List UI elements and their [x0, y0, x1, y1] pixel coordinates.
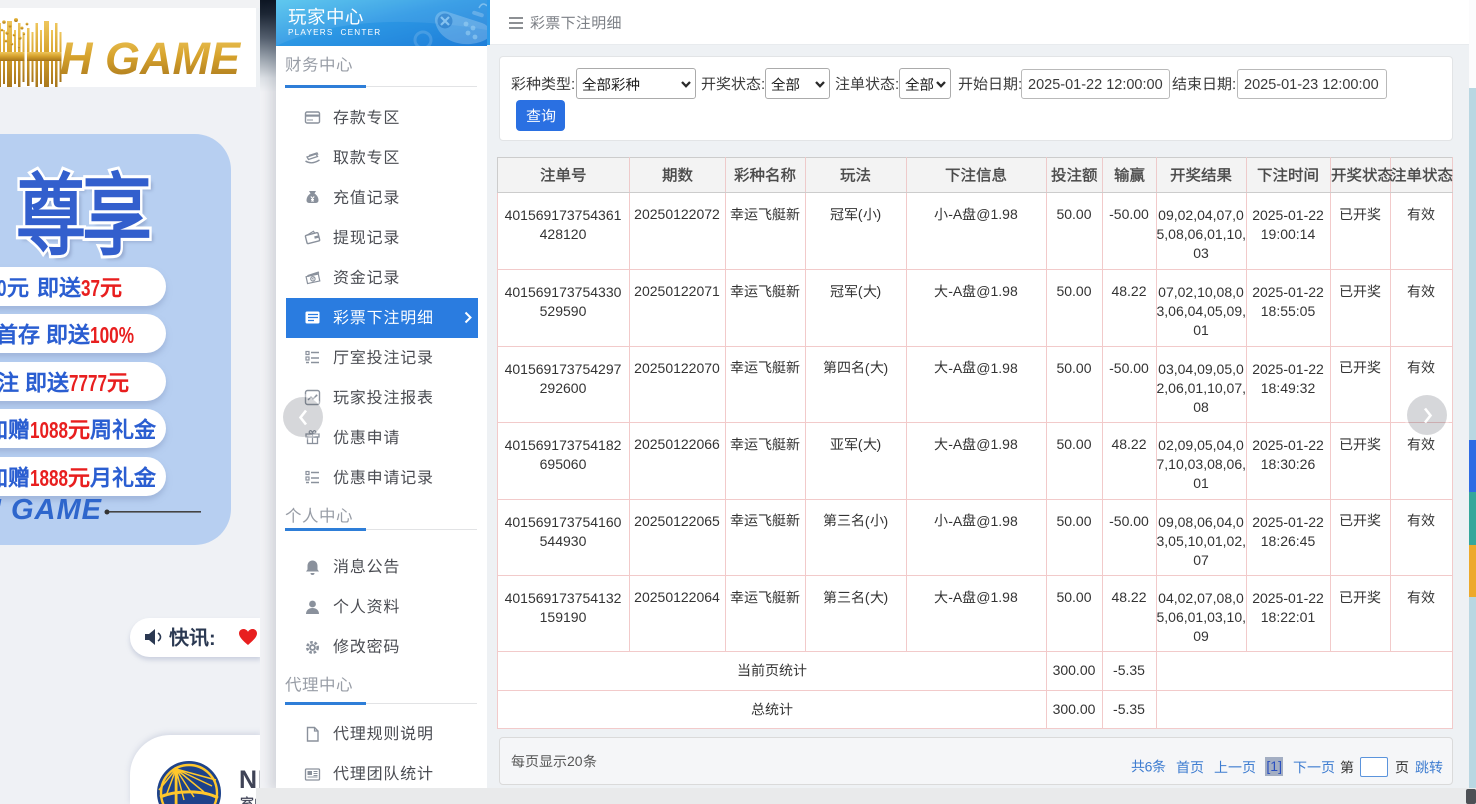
svg-text:H GAME: H GAME [60, 33, 242, 84]
